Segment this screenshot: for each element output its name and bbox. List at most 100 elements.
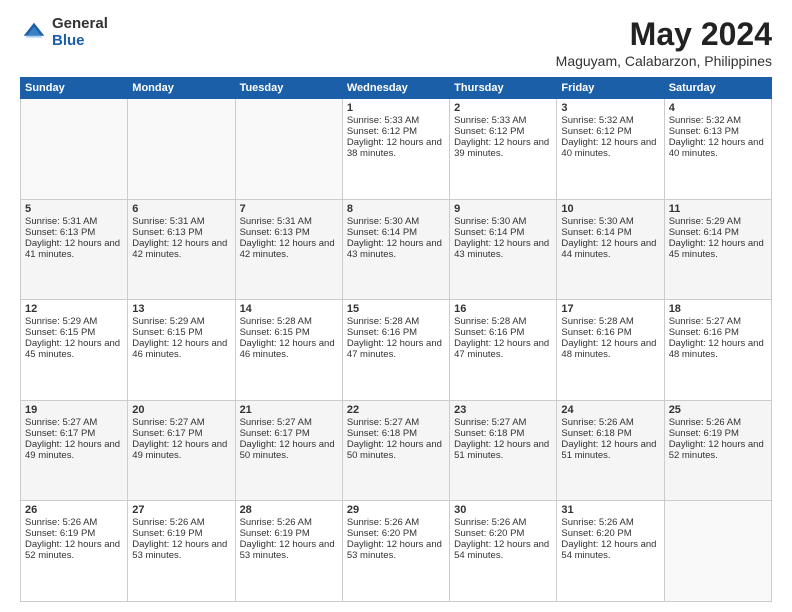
sunrise-text: Sunrise: 5:27 AM [240,417,338,428]
sunset-text: Sunset: 6:15 PM [25,327,123,338]
calendar-cell: 19Sunrise: 5:27 AMSunset: 6:17 PMDayligh… [21,400,128,501]
daylight-text: Daylight: 12 hours and 51 minutes. [454,439,552,461]
logo: General Blue [20,16,108,49]
day-number: 18 [669,303,767,315]
calendar-cell [128,99,235,200]
day-number: 22 [347,404,445,416]
sunset-text: Sunset: 6:20 PM [561,528,659,539]
day-number: 15 [347,303,445,315]
sunrise-text: Sunrise: 5:29 AM [25,316,123,327]
calendar-cell: 14Sunrise: 5:28 AMSunset: 6:15 PMDayligh… [235,300,342,401]
sunset-text: Sunset: 6:19 PM [669,428,767,439]
day-number: 30 [454,504,552,516]
calendar-week-row: 5Sunrise: 5:31 AMSunset: 6:13 PMDaylight… [21,199,772,300]
calendar-cell [235,99,342,200]
calendar-cell: 4Sunrise: 5:32 AMSunset: 6:13 PMDaylight… [664,99,771,200]
day-number: 20 [132,404,230,416]
sunset-text: Sunset: 6:13 PM [669,126,767,137]
calendar-cell: 24Sunrise: 5:26 AMSunset: 6:18 PMDayligh… [557,400,664,501]
calendar-cell: 26Sunrise: 5:26 AMSunset: 6:19 PMDayligh… [21,501,128,602]
calendar-cell: 8Sunrise: 5:30 AMSunset: 6:14 PMDaylight… [342,199,449,300]
calendar-table: SundayMondayTuesdayWednesdayThursdayFrid… [20,77,772,602]
day-number: 14 [240,303,338,315]
sunrise-text: Sunrise: 5:31 AM [240,216,338,227]
day-number: 26 [25,504,123,516]
calendar-week-row: 1Sunrise: 5:33 AMSunset: 6:12 PMDaylight… [21,99,772,200]
daylight-text: Daylight: 12 hours and 38 minutes. [347,137,445,159]
sunset-text: Sunset: 6:17 PM [25,428,123,439]
daylight-text: Daylight: 12 hours and 42 minutes. [132,238,230,260]
sunrise-text: Sunrise: 5:28 AM [561,316,659,327]
sunrise-text: Sunrise: 5:26 AM [561,517,659,528]
sunrise-text: Sunrise: 5:28 AM [454,316,552,327]
weekday-header-thursday: Thursday [450,78,557,99]
daylight-text: Daylight: 12 hours and 53 minutes. [240,539,338,561]
daylight-text: Daylight: 12 hours and 45 minutes. [669,238,767,260]
calendar-cell: 7Sunrise: 5:31 AMSunset: 6:13 PMDaylight… [235,199,342,300]
sunrise-text: Sunrise: 5:29 AM [669,216,767,227]
sunset-text: Sunset: 6:16 PM [561,327,659,338]
daylight-text: Daylight: 12 hours and 44 minutes. [561,238,659,260]
daylight-text: Daylight: 12 hours and 40 minutes. [561,137,659,159]
daylight-text: Daylight: 12 hours and 53 minutes. [347,539,445,561]
daylight-text: Daylight: 12 hours and 49 minutes. [25,439,123,461]
daylight-text: Daylight: 12 hours and 50 minutes. [240,439,338,461]
sunset-text: Sunset: 6:13 PM [240,227,338,238]
daylight-text: Daylight: 12 hours and 47 minutes. [454,338,552,360]
calendar-cell: 5Sunrise: 5:31 AMSunset: 6:13 PMDaylight… [21,199,128,300]
logo-icon [20,19,48,47]
calendar-cell: 30Sunrise: 5:26 AMSunset: 6:20 PMDayligh… [450,501,557,602]
sunrise-text: Sunrise: 5:26 AM [25,517,123,528]
daylight-text: Daylight: 12 hours and 46 minutes. [240,338,338,360]
calendar-cell: 21Sunrise: 5:27 AMSunset: 6:17 PMDayligh… [235,400,342,501]
calendar-cell: 1Sunrise: 5:33 AMSunset: 6:12 PMDaylight… [342,99,449,200]
sunrise-text: Sunrise: 5:26 AM [454,517,552,528]
sunset-text: Sunset: 6:16 PM [347,327,445,338]
sunrise-text: Sunrise: 5:26 AM [561,417,659,428]
day-number: 11 [669,203,767,215]
calendar-cell: 2Sunrise: 5:33 AMSunset: 6:12 PMDaylight… [450,99,557,200]
daylight-text: Daylight: 12 hours and 42 minutes. [240,238,338,260]
sunset-text: Sunset: 6:19 PM [132,528,230,539]
daylight-text: Daylight: 12 hours and 52 minutes. [669,439,767,461]
weekday-header-row: SundayMondayTuesdayWednesdayThursdayFrid… [21,78,772,99]
sunset-text: Sunset: 6:18 PM [454,428,552,439]
weekday-header-friday: Friday [557,78,664,99]
calendar-week-row: 26Sunrise: 5:26 AMSunset: 6:19 PMDayligh… [21,501,772,602]
day-number: 19 [25,404,123,416]
daylight-text: Daylight: 12 hours and 50 minutes. [347,439,445,461]
header: General Blue May 2024 Maguyam, Calabarzo… [20,16,772,69]
day-number: 3 [561,102,659,114]
sunrise-text: Sunrise: 5:26 AM [132,517,230,528]
logo-general-label: General [52,16,108,33]
sunset-text: Sunset: 6:14 PM [347,227,445,238]
sunrise-text: Sunrise: 5:26 AM [347,517,445,528]
daylight-text: Daylight: 12 hours and 45 minutes. [25,338,123,360]
sunset-text: Sunset: 6:17 PM [240,428,338,439]
daylight-text: Daylight: 12 hours and 51 minutes. [561,439,659,461]
sunrise-text: Sunrise: 5:27 AM [454,417,552,428]
daylight-text: Daylight: 12 hours and 43 minutes. [454,238,552,260]
sunrise-text: Sunrise: 5:27 AM [347,417,445,428]
sunset-text: Sunset: 6:15 PM [240,327,338,338]
sunset-text: Sunset: 6:16 PM [669,327,767,338]
daylight-text: Daylight: 12 hours and 48 minutes. [669,338,767,360]
sunset-text: Sunset: 6:19 PM [25,528,123,539]
sunset-text: Sunset: 6:13 PM [25,227,123,238]
page: General Blue May 2024 Maguyam, Calabarzo… [0,0,792,612]
daylight-text: Daylight: 12 hours and 43 minutes. [347,238,445,260]
day-number: 2 [454,102,552,114]
calendar-cell: 11Sunrise: 5:29 AMSunset: 6:14 PMDayligh… [664,199,771,300]
calendar-cell: 3Sunrise: 5:32 AMSunset: 6:12 PMDaylight… [557,99,664,200]
calendar-cell: 16Sunrise: 5:28 AMSunset: 6:16 PMDayligh… [450,300,557,401]
calendar-week-row: 19Sunrise: 5:27 AMSunset: 6:17 PMDayligh… [21,400,772,501]
weekday-header-sunday: Sunday [21,78,128,99]
daylight-text: Daylight: 12 hours and 48 minutes. [561,338,659,360]
daylight-text: Daylight: 12 hours and 52 minutes. [25,539,123,561]
calendar-cell: 18Sunrise: 5:27 AMSunset: 6:16 PMDayligh… [664,300,771,401]
day-number: 5 [25,203,123,215]
calendar-cell: 23Sunrise: 5:27 AMSunset: 6:18 PMDayligh… [450,400,557,501]
calendar-cell: 17Sunrise: 5:28 AMSunset: 6:16 PMDayligh… [557,300,664,401]
calendar-cell [664,501,771,602]
daylight-text: Daylight: 12 hours and 54 minutes. [561,539,659,561]
